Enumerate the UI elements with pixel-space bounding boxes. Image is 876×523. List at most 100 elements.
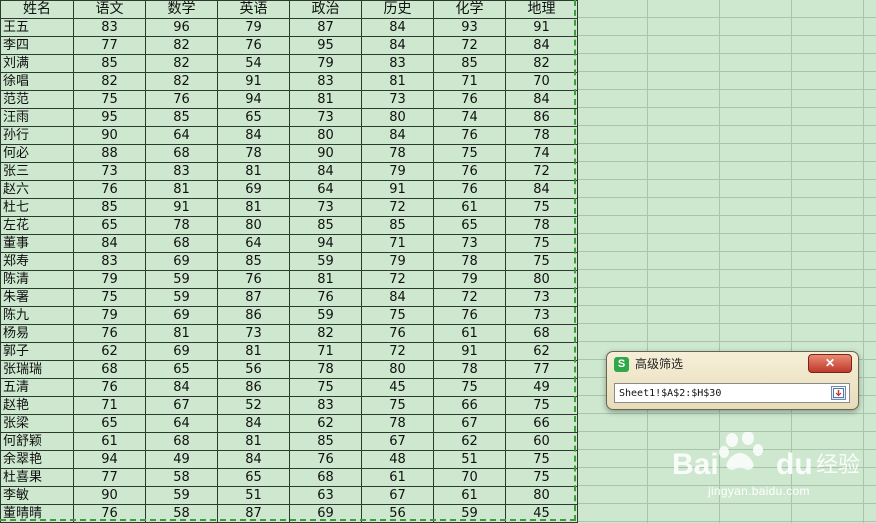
name-cell[interactable]: 李敏 [0,486,74,505]
score-cell[interactable]: 56 [217,360,290,379]
score-cell[interactable]: 83 [289,72,362,91]
score-cell[interactable]: 73 [289,198,362,217]
score-cell[interactable]: 75 [289,378,362,397]
score-cell[interactable]: 81 [289,90,362,109]
score-cell[interactable]: 67 [361,486,434,505]
score-cell[interactable]: 81 [217,198,290,217]
score-cell[interactable]: 84 [73,234,146,253]
score-cell[interactable]: 61 [433,486,506,505]
score-cell[interactable]: 54 [217,54,290,73]
score-cell[interactable]: 79 [433,270,506,289]
score-cell[interactable]: 84 [361,18,434,37]
score-cell[interactable]: 91 [433,342,506,361]
score-cell[interactable]: 81 [289,270,362,289]
score-cell[interactable]: 72 [433,288,506,307]
score-cell[interactable]: 82 [289,324,362,343]
score-cell[interactable]: 83 [361,54,434,73]
score-cell[interactable]: 73 [289,108,362,127]
score-cell[interactable]: 64 [145,414,218,433]
name-cell[interactable]: 陈清 [0,270,74,289]
score-cell[interactable]: 81 [361,72,434,91]
name-cell[interactable]: 杜喜果 [0,468,74,487]
score-cell[interactable]: 83 [73,18,146,37]
score-cell[interactable]: 75 [505,234,578,253]
name-cell[interactable]: 郑寿 [0,252,74,271]
score-cell[interactable]: 86 [217,378,290,397]
name-cell[interactable]: 郭子 [0,342,74,361]
score-cell[interactable]: 77 [73,36,146,55]
score-cell[interactable]: 48 [361,450,434,469]
score-cell[interactable]: 78 [433,360,506,379]
score-cell[interactable]: 69 [145,252,218,271]
score-cell[interactable]: 76 [433,306,506,325]
range-field[interactable] [614,383,850,403]
score-cell[interactable]: 72 [361,342,434,361]
score-cell[interactable]: 78 [361,414,434,433]
score-cell[interactable]: 82 [73,72,146,91]
score-cell[interactable]: 62 [505,342,578,361]
name-cell[interactable]: 王五 [0,18,74,37]
score-cell[interactable]: 90 [73,126,146,145]
score-cell[interactable]: 81 [217,342,290,361]
score-cell[interactable]: 59 [289,252,362,271]
score-cell[interactable]: 75 [433,144,506,163]
score-cell[interactable]: 64 [289,180,362,199]
score-cell[interactable]: 68 [73,360,146,379]
score-cell[interactable]: 51 [217,486,290,505]
name-cell[interactable]: 五清 [0,378,74,397]
name-cell[interactable]: 何必 [0,144,74,163]
column-header[interactable]: 政治 [289,0,362,19]
score-cell[interactable]: 61 [361,468,434,487]
score-cell[interactable]: 91 [217,72,290,91]
score-cell[interactable]: 72 [361,198,434,217]
score-cell[interactable]: 75 [505,252,578,271]
score-cell[interactable]: 85 [289,216,362,235]
name-cell[interactable]: 董事 [0,234,74,253]
score-cell[interactable]: 72 [361,270,434,289]
score-cell[interactable]: 81 [217,432,290,451]
dialog-titlebar[interactable]: S 高级筛选 ✕ [607,352,858,376]
score-cell[interactable]: 73 [505,306,578,325]
score-cell[interactable]: 51 [433,450,506,469]
score-cell[interactable]: 77 [505,360,578,379]
score-cell[interactable]: 84 [505,36,578,55]
expand-dialog-button[interactable] [831,386,846,400]
score-cell[interactable]: 94 [289,234,362,253]
score-cell[interactable]: 78 [217,144,290,163]
score-cell[interactable]: 56 [361,504,434,523]
score-cell[interactable]: 85 [433,54,506,73]
score-cell[interactable]: 91 [145,198,218,217]
name-cell[interactable]: 孙行 [0,126,74,145]
column-header[interactable]: 化学 [433,0,506,19]
score-cell[interactable]: 65 [73,414,146,433]
score-cell[interactable]: 61 [433,198,506,217]
score-cell[interactable]: 76 [433,90,506,109]
score-cell[interactable]: 79 [73,270,146,289]
score-cell[interactable]: 88 [73,144,146,163]
name-cell[interactable]: 余翠艳 [0,450,74,469]
score-cell[interactable]: 59 [145,270,218,289]
score-cell[interactable]: 67 [361,432,434,451]
name-cell[interactable]: 左花 [0,216,74,235]
score-cell[interactable]: 81 [145,180,218,199]
score-cell[interactable]: 67 [145,396,218,415]
column-header[interactable]: 历史 [361,0,434,19]
score-cell[interactable]: 76 [361,324,434,343]
score-cell[interactable]: 83 [289,396,362,415]
score-cell[interactable]: 80 [217,216,290,235]
score-cell[interactable]: 45 [505,504,578,523]
score-cell[interactable]: 84 [289,162,362,181]
score-cell[interactable]: 76 [433,180,506,199]
score-cell[interactable]: 80 [289,126,362,145]
score-cell[interactable]: 79 [361,252,434,271]
score-cell[interactable]: 76 [73,504,146,523]
score-cell[interactable]: 79 [289,54,362,73]
score-cell[interactable]: 75 [361,396,434,415]
score-cell[interactable]: 84 [505,90,578,109]
score-cell[interactable]: 65 [73,216,146,235]
score-cell[interactable]: 68 [145,432,218,451]
column-header[interactable]: 地理 [505,0,578,19]
name-cell[interactable]: 刘满 [0,54,74,73]
name-cell[interactable]: 徐唱 [0,72,74,91]
score-cell[interactable]: 96 [145,18,218,37]
